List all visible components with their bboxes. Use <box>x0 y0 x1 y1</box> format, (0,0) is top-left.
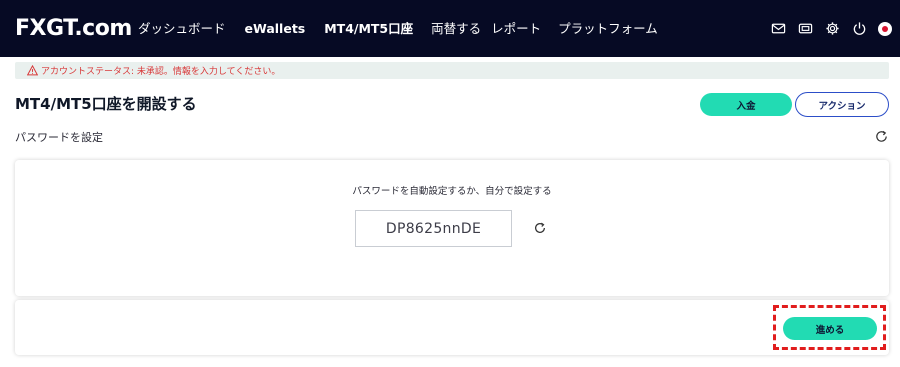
alert-text: アカウントステータス: 未承認。情報を入力してください。 <box>41 67 281 77</box>
nav-item-dashboard[interactable]: ダッシュボード <box>138 0 226 57</box>
power-icon[interactable] <box>852 21 867 36</box>
flag-japan-icon[interactable] <box>878 21 892 36</box>
account-status-alert: アカウントステータス: 未承認。情報を入力してください。 <box>15 62 889 79</box>
gear-icon[interactable] <box>825 21 840 36</box>
nav-item-platforms[interactable]: プラットフォーム <box>558 0 658 57</box>
warning-icon <box>27 65 38 76</box>
mail-icon[interactable] <box>771 21 786 36</box>
nav-item-ewallets[interactable]: eWallets <box>245 0 306 57</box>
action-button[interactable]: アクション <box>795 92 889 117</box>
password-field[interactable]: DP8625nnDE <box>355 210 512 247</box>
regenerate-password-icon[interactable] <box>533 221 547 235</box>
main-nav: ダッシュボード eWallets MT4/MT5口座 両替する レポート プラッ… <box>138 0 658 57</box>
nav-item-reports[interactable]: レポート <box>491 0 541 57</box>
nav-item-exchange[interactable]: 両替する <box>431 0 481 57</box>
fxgt-logo[interactable]: FXGT.com <box>15 16 132 42</box>
proceed-button[interactable]: 進める <box>783 317 877 340</box>
password-instructions: パスワードを自動設定するか、自分で設定する <box>352 186 552 197</box>
password-card: パスワードを自動設定するか、自分で設定する DP8625nnDE <box>15 160 889 296</box>
header-icons <box>759 0 892 57</box>
set-password-label: パスワードを設定 <box>15 131 103 144</box>
page-title: MT4/MT5口座を開設する <box>15 95 197 113</box>
deposit-button[interactable]: 入金 <box>700 93 792 116</box>
nav-item-mt4-mt5-accounts[interactable]: MT4/MT5口座 <box>324 0 413 57</box>
ticket-icon[interactable] <box>798 21 813 36</box>
refresh-icon[interactable] <box>874 129 889 144</box>
top-navigation-bar: FXGT.com ダッシュボード eWallets MT4/MT5口座 両替する… <box>0 0 900 57</box>
footer-card <box>15 300 889 355</box>
